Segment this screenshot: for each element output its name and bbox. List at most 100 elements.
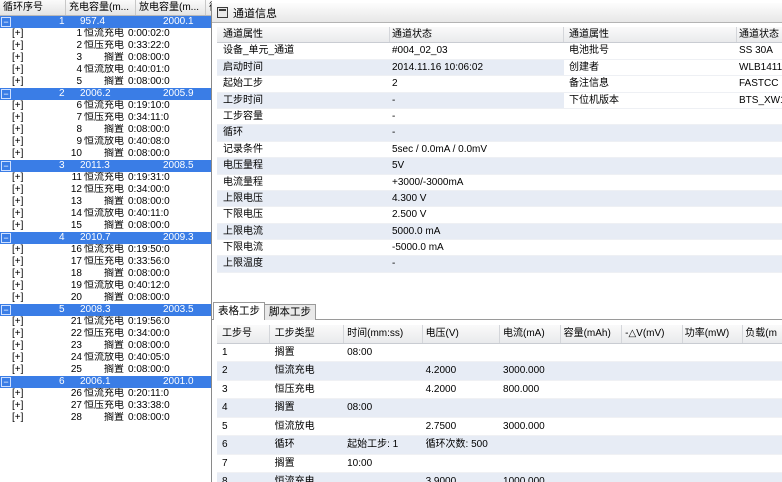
property-row[interactable]: 起始工步 2 备注信息 FASTCC bbox=[217, 76, 782, 93]
property-row[interactable]: 启动时间 2014.11.16 10:06:02 创建者 WLB1411 bbox=[217, 59, 782, 77]
expand-step-icon[interactable]: [+] bbox=[0, 40, 40, 52]
step-row[interactable]: [+] 17 恒压充电 0:33:56:0 bbox=[0, 256, 212, 268]
cycle-row[interactable]: − 3 2011.3 2008.5 bbox=[0, 160, 212, 172]
column-header-cycle-no[interactable]: 循环序号 bbox=[0, 0, 66, 15]
step-row[interactable]: [+] 25 搁置 0:08:00:0 bbox=[0, 364, 212, 376]
expand-step-icon[interactable]: [+] bbox=[0, 412, 40, 424]
steps-header-current[interactable]: 电流(mA) bbox=[500, 325, 561, 343]
steps-header-capacity[interactable]: 容量(mAh) bbox=[561, 325, 623, 343]
collapse-toggle-icon[interactable]: − bbox=[1, 161, 11, 171]
step-row[interactable]: [+] 16 恒流充电 0:19:50:0 bbox=[0, 244, 212, 256]
expand-step-icon[interactable]: [+] bbox=[0, 196, 40, 208]
collapse-toggle-icon[interactable]: − bbox=[1, 305, 11, 315]
property-row[interactable]: 循环 - bbox=[217, 125, 782, 142]
step-table-row[interactable]: 8 恒流充电 3.9000 1000.000 bbox=[217, 473, 782, 482]
props-header-attr-2[interactable]: 通道属性 bbox=[564, 27, 737, 43]
collapse-toggle-icon[interactable]: − bbox=[1, 89, 11, 99]
step-row[interactable]: [+] 1 恒流充电 0:00:02:0 bbox=[0, 28, 212, 40]
step-row[interactable]: [+] 12 恒压充电 0:34:00:0 bbox=[0, 184, 212, 196]
step-row[interactable]: [+] 6 恒流充电 0:19:10:0 bbox=[0, 100, 212, 112]
expand-step-icon[interactable]: [+] bbox=[0, 328, 40, 340]
step-table-row[interactable]: 4 搁置 08:00 bbox=[217, 399, 782, 418]
step-table-row[interactable]: 2 恒流充电 4.2000 3000.000 bbox=[217, 362, 782, 381]
expand-step-icon[interactable]: [+] bbox=[0, 340, 40, 352]
expand-step-icon[interactable]: [+] bbox=[0, 64, 40, 76]
expand-step-icon[interactable]: [+] bbox=[0, 52, 40, 64]
property-row[interactable]: 下限电压 2.500 V bbox=[217, 207, 782, 224]
collapse-toggle-icon[interactable]: − bbox=[1, 17, 11, 27]
column-header-discharge-capacity[interactable]: 放电容量(m... bbox=[136, 0, 206, 15]
expand-step-icon[interactable]: [+] bbox=[0, 112, 40, 124]
steps-header-time[interactable]: 时间(mm:ss) bbox=[344, 325, 423, 343]
step-row[interactable]: [+] 28 搁置 0:08:00:0 bbox=[0, 412, 212, 424]
expand-step-icon[interactable]: [+] bbox=[0, 100, 40, 112]
tab-table-steps[interactable]: 表格工步 bbox=[213, 302, 265, 320]
step-row[interactable]: [+] 21 恒流充电 0:19:56:0 bbox=[0, 316, 212, 328]
step-table-row[interactable]: 3 恒压充电 4.2000 800.000 bbox=[217, 381, 782, 399]
cycle-row[interactable]: − 5 2008.3 2003.5 bbox=[0, 304, 212, 316]
expand-step-icon[interactable]: [+] bbox=[0, 316, 40, 328]
expand-step-icon[interactable]: [+] bbox=[0, 364, 40, 376]
step-row[interactable]: [+] 20 搁置 0:08:00:0 bbox=[0, 292, 212, 304]
step-row[interactable]: [+] 9 恒流放电 0:40:08:0 bbox=[0, 136, 212, 148]
cycle-row[interactable]: − 2 2006.2 2005.9 bbox=[0, 88, 212, 100]
expand-step-icon[interactable]: [+] bbox=[0, 76, 40, 88]
step-table-row[interactable]: 1 搁置 08:00 bbox=[217, 344, 782, 362]
expand-step-icon[interactable]: [+] bbox=[0, 184, 40, 196]
expand-step-icon[interactable]: [+] bbox=[0, 292, 40, 304]
expand-step-icon[interactable]: [+] bbox=[0, 208, 40, 220]
collapse-toggle-icon[interactable]: − bbox=[1, 233, 11, 243]
cycle-row[interactable]: − 6 2006.1 2001.0 bbox=[0, 376, 212, 388]
step-row[interactable]: [+] 14 恒流放电 0:40:11:0 bbox=[0, 208, 212, 220]
property-row[interactable]: 上限电流 5000.0 mA bbox=[217, 223, 782, 241]
expand-step-icon[interactable]: [+] bbox=[0, 400, 40, 412]
property-row[interactable]: 电压量程 5V bbox=[217, 158, 782, 175]
steps-header-type[interactable]: 工步类型 bbox=[270, 325, 345, 343]
step-row[interactable]: [+] 4 恒流放电 0:40:01:0 bbox=[0, 64, 212, 76]
expand-step-icon[interactable]: [+] bbox=[0, 220, 40, 232]
expand-step-icon[interactable]: [+] bbox=[0, 244, 40, 256]
step-row[interactable]: [+] 18 搁置 0:08:00:0 bbox=[0, 268, 212, 280]
steps-header-delta-v[interactable]: -△V(mV) bbox=[622, 325, 683, 343]
props-header-status-1[interactable]: 通道状态 bbox=[390, 27, 564, 43]
step-row[interactable]: [+] 24 恒流放电 0:40:05:0 bbox=[0, 352, 212, 364]
step-table-row[interactable]: 7 搁置 10:00 bbox=[217, 455, 782, 473]
window-title-bar[interactable]: 通道信息 bbox=[212, 3, 782, 23]
step-row[interactable]: [+] 23 搁置 0:08:00:0 bbox=[0, 340, 212, 352]
expand-step-icon[interactable]: [+] bbox=[0, 352, 40, 364]
step-row[interactable]: [+] 5 搁置 0:08:00:0 bbox=[0, 76, 212, 88]
step-row[interactable]: [+] 8 搁置 0:08:00:0 bbox=[0, 124, 212, 136]
step-row[interactable]: [+] 19 恒流放电 0:40:12:0 bbox=[0, 280, 212, 292]
step-row[interactable]: [+] 22 恒压充电 0:34:00:0 bbox=[0, 328, 212, 340]
step-row[interactable]: [+] 13 搁置 0:08:00:0 bbox=[0, 196, 212, 208]
property-row[interactable]: 工步时间 - 下位机版本 BTS_XW1 bbox=[217, 92, 782, 109]
cycle-row[interactable]: − 4 2010.7 2009.3 bbox=[0, 232, 212, 244]
step-row[interactable]: [+] 2 恒压充电 0:33:22:0 bbox=[0, 40, 212, 52]
expand-step-icon[interactable]: [+] bbox=[0, 148, 40, 160]
collapse-toggle-icon[interactable]: − bbox=[1, 377, 11, 387]
property-row[interactable]: 下限电流 -5000.0 mA bbox=[217, 240, 782, 257]
step-table-row[interactable]: 6 循环 起始工步: 1 循环次数: 500 bbox=[217, 436, 782, 455]
step-row[interactable]: [+] 10 搁置 0:08:00:0 bbox=[0, 148, 212, 160]
props-header-attr-1[interactable]: 通道属性 bbox=[217, 27, 390, 43]
property-row[interactable]: 设备_单元_通道 #004_02_03 电池批号 SS 30A bbox=[217, 43, 782, 60]
step-table-row[interactable]: 5 恒流放电 2.7500 3000.000 bbox=[217, 418, 782, 436]
expand-step-icon[interactable]: [+] bbox=[0, 388, 40, 400]
step-row[interactable]: [+] 27 恒压充电 0:33:38:0 bbox=[0, 400, 212, 412]
column-header-charge-capacity[interactable]: 充电容量(m... bbox=[66, 0, 136, 15]
steps-header-load[interactable]: 负载(m bbox=[743, 325, 782, 343]
property-row[interactable]: 电流量程 +3000/-3000mA bbox=[217, 175, 782, 191]
step-row[interactable]: [+] 7 恒压充电 0:34:11:0 bbox=[0, 112, 212, 124]
step-row[interactable]: [+] 26 恒流充电 0:20:11:0 bbox=[0, 388, 212, 400]
expand-step-icon[interactable]: [+] bbox=[0, 172, 40, 184]
props-header-status-2[interactable]: 通道状态 bbox=[737, 27, 782, 42]
steps-header-voltage[interactable]: 电压(V) bbox=[423, 325, 500, 343]
expand-step-icon[interactable]: [+] bbox=[0, 256, 40, 268]
expand-step-icon[interactable]: [+] bbox=[0, 280, 40, 292]
cycle-row[interactable]: − 1 957.4 2000.1 bbox=[0, 16, 212, 28]
steps-header-power[interactable]: 功率(mW) bbox=[683, 325, 744, 343]
step-row[interactable]: [+] 3 搁置 0:08:00:0 bbox=[0, 52, 212, 64]
expand-step-icon[interactable]: [+] bbox=[0, 136, 40, 148]
steps-header-no[interactable]: 工步号 bbox=[217, 325, 270, 343]
step-row[interactable]: [+] 15 搁置 0:08:00:0 bbox=[0, 220, 212, 232]
